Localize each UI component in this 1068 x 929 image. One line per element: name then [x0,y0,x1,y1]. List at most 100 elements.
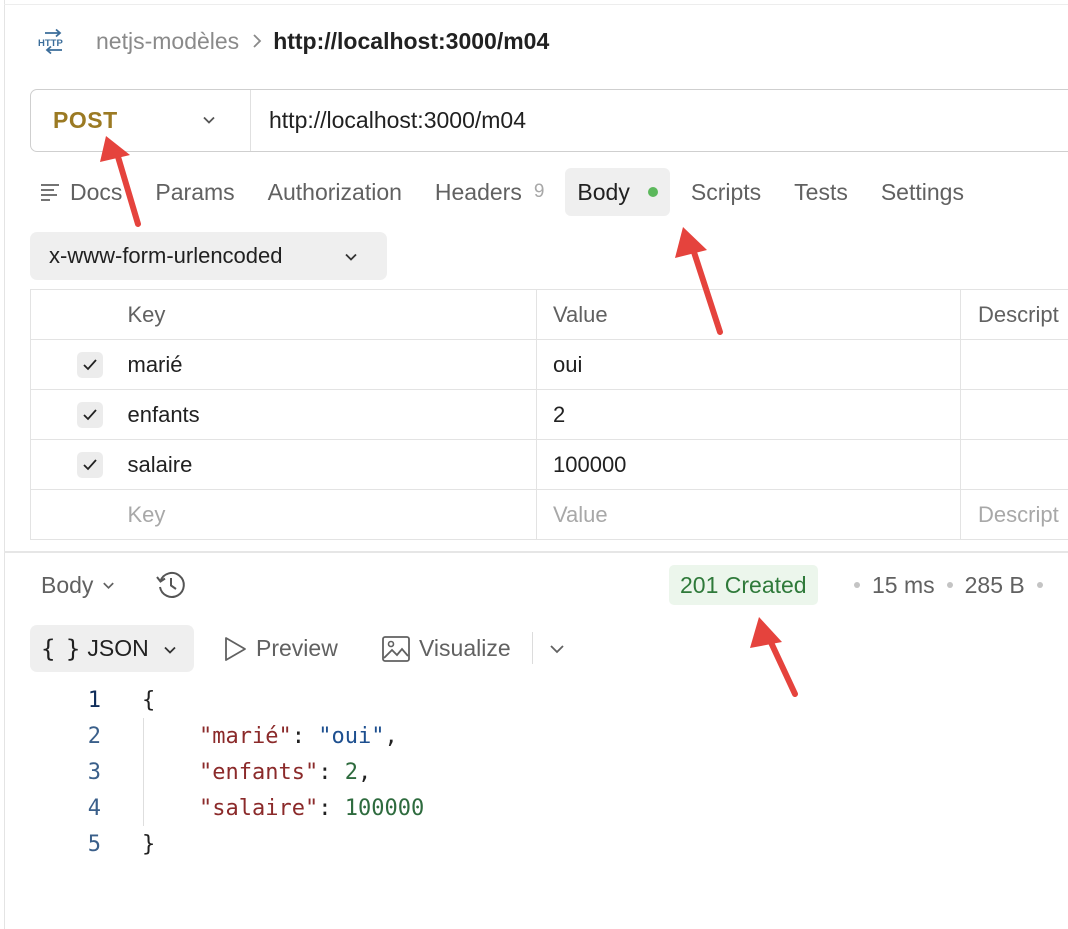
placeholder-value-input[interactable]: Value [536,489,961,540]
json-key: "salaire" [199,795,319,821]
code-line: 3 "enfants": 2, [0,754,1068,790]
tab-docs[interactable]: Docs [30,168,134,216]
line-number: 2 [87,723,101,749]
visualize-label: Visualize [419,635,511,661]
meta-separator-dot [1036,582,1043,588]
row-check-cell [30,439,128,490]
row-value-cell[interactable]: 100000 [536,439,961,490]
code-text: } [142,831,156,857]
breadcrumb-collection-link[interactable]: netjs-modèles [96,28,239,55]
url-input[interactable] [251,90,1068,151]
row-description-cell[interactable] [960,339,1068,390]
body-type-dropdown[interactable]: x-www-form-urlencoded [30,232,387,280]
format-json-dropdown[interactable]: { } JSON [30,625,194,672]
meta-separator-dot [854,582,860,588]
table-placeholder-row: Key Value Descript [30,489,1068,540]
format-label: JSON [87,635,149,661]
chevron-down-icon [343,249,359,270]
method-selector[interactable]: POST [31,90,251,151]
column-header-key: Key [127,289,537,340]
code-text: "enfants": 2, [199,759,372,785]
chevron-right-icon [251,32,263,50]
response-time[interactable]: 15 ms [872,572,935,599]
tab-body[interactable]: Body [565,168,670,216]
tab-label: Settings [880,178,964,205]
row-key-cell[interactable]: marié [127,339,537,390]
tab-params[interactable]: Params [143,168,246,216]
json-code-viewer[interactable]: 1 { 2 "marié": "oui", 3 "enfants": 2, 4 … [0,682,1068,862]
response-size[interactable]: 285 B [965,572,1025,599]
code-text: "salaire": 100000 [199,795,425,821]
body-type-label: x-www-form-urlencoded [49,243,283,268]
placeholder-key-input[interactable]: Key [127,489,537,540]
tab-authorization[interactable]: Authorization [256,168,414,216]
request-tabs: Docs Params Authorization Headers 9 Body… [30,168,985,216]
response-tab-label: Body [41,571,94,598]
json-punct: , [357,759,372,785]
tab-label: Params [155,178,235,205]
placeholder-description-input[interactable]: Descript [960,489,1068,540]
preview-button[interactable]: Preview [222,625,338,672]
breadcrumb-current-request[interactable]: http://localhost:3000/m04 [273,28,549,55]
preview-label: Preview [256,635,338,661]
tab-label: Docs [70,178,123,205]
header-check-cell [30,289,128,340]
window-top-edge [4,4,1068,5]
chevron-down-icon [164,646,176,654]
visualize-button[interactable]: Visualize [381,625,511,672]
code-line: 4 "salaire": 100000 [0,790,1068,826]
status-badge[interactable]: 201 Created [669,565,818,605]
line-number: 3 [87,759,101,785]
chevron-down-icon [103,582,115,589]
row-check-cell [30,339,128,390]
play-icon [225,636,246,661]
row-value-cell[interactable]: 2 [536,389,961,440]
row-description-cell[interactable] [960,389,1068,440]
breadcrumb: HTTP netjs-modèles http://localhost:3000… [36,26,549,56]
row-key-cell[interactable]: enfants [127,389,537,440]
placeholder-check-cell [30,489,128,540]
headers-count-badge: 9 [533,181,545,202]
line-number: 4 [87,795,101,821]
tab-scripts[interactable]: Scripts [679,168,773,216]
tab-headers[interactable]: Headers 9 [423,168,557,216]
response-body-dropdown[interactable]: Body [41,568,116,602]
request-response-divider[interactable] [4,551,1068,553]
http-request-icon: HTTP [36,27,70,55]
table-row: salaire 100000 [30,439,1068,490]
code-line: 2 "marié": "oui", [0,718,1068,754]
line-number: 1 [87,687,101,713]
braces-icon: { } [41,634,80,663]
tab-label: Tests [794,178,848,205]
code-line: 1 { [0,682,1068,718]
tab-settings[interactable]: Settings [869,168,976,216]
row-value-cell[interactable]: oui [536,339,961,390]
response-meta: 15 ms 285 B [842,565,1055,605]
green-dot-indicator [647,187,658,197]
chevron-down-icon [201,112,217,133]
code-line: 5 } [0,826,1068,862]
code-text: { [142,687,156,713]
row-checkbox[interactable] [77,352,103,378]
row-checkbox[interactable] [77,402,103,428]
tab-label: Authorization [267,178,402,205]
more-views-chevron-icon[interactable] [548,641,566,662]
column-header-value: Value [536,289,961,340]
method-label: POST [53,107,118,133]
row-checkbox[interactable] [77,452,103,478]
indent-guide [143,718,144,826]
params-table: Key Value Descript marié oui enfants 2 s… [30,289,1068,540]
code-text: "marié": "oui", [199,723,398,749]
request-url-bar: POST [30,89,1068,152]
json-number-value: 2 [344,759,358,785]
row-description-cell[interactable] [960,439,1068,490]
checkmark-icon [83,359,97,371]
column-header-description: Descript [960,289,1068,340]
row-key-cell[interactable]: salaire [127,439,537,490]
checkmark-icon [83,459,97,471]
docs-icon [40,183,60,201]
toolbar-separator [532,632,533,664]
history-icon[interactable] [154,568,188,607]
tab-tests[interactable]: Tests [782,168,860,216]
json-number-value: 100000 [344,795,425,821]
